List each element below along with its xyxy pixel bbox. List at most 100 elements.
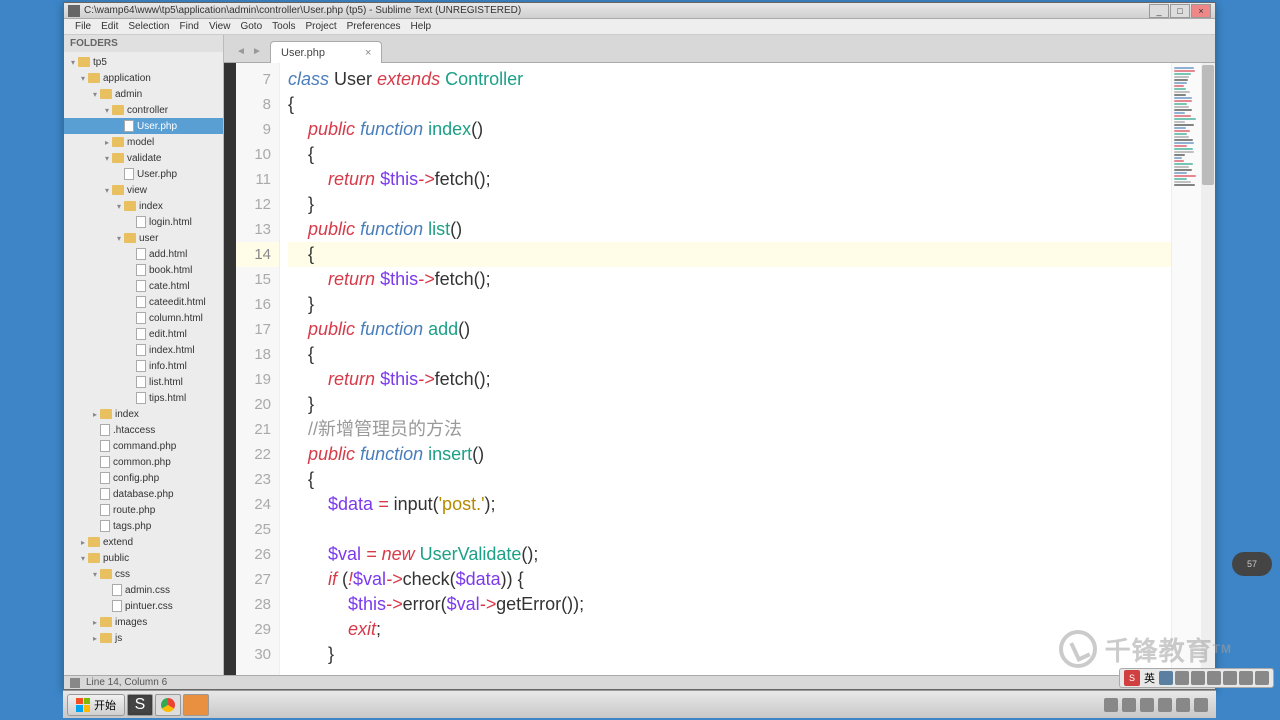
chevron-right-icon[interactable]: ▸	[78, 538, 88, 547]
chevron-down-icon[interactable]: ▾	[102, 186, 112, 195]
folder-tp5[interactable]: ▾tp5	[64, 54, 223, 70]
folder-application[interactable]: ▾ application	[64, 70, 223, 86]
menu-view[interactable]: View	[204, 21, 236, 32]
chevron-right-icon[interactable]: ▸	[90, 618, 100, 627]
menu-preferences[interactable]: Preferences	[342, 21, 406, 32]
tray-volume-icon[interactable]	[1176, 698, 1190, 712]
chevron-down-icon[interactable]: ▾	[78, 74, 88, 83]
vertical-scrollbar[interactable]	[1201, 63, 1215, 675]
file--htaccess[interactable]: .htaccess	[64, 422, 223, 438]
ime-logo-icon[interactable]: S	[1124, 670, 1140, 686]
folder-admin[interactable]: ▾admin	[64, 86, 223, 102]
file-config-php[interactable]: config.php	[64, 470, 223, 486]
file-pintuer-css[interactable]: pintuer.css	[64, 598, 223, 614]
file-icon	[100, 472, 110, 484]
code-area[interactable]: 7891011121314151617181920212223242526272…	[224, 63, 1215, 675]
file-index-html[interactable]: index.html	[64, 342, 223, 358]
tray-icon-4[interactable]	[1158, 698, 1172, 712]
chevron-down-icon[interactable]: ▾	[114, 202, 124, 211]
ime-user-icon[interactable]	[1239, 671, 1253, 685]
file-route-php[interactable]: route.php	[64, 502, 223, 518]
file-info-html[interactable]: info.html	[64, 358, 223, 374]
file-list-html[interactable]: list.html	[64, 374, 223, 390]
tab-user-php[interactable]: User.php ×	[270, 41, 382, 63]
chevron-right-icon[interactable]: ▸	[90, 634, 100, 643]
start-button[interactable]: 开始	[67, 694, 125, 716]
folder-validate[interactable]: ▾validate	[64, 150, 223, 166]
tray-icon-2[interactable]	[1122, 698, 1136, 712]
statusbar: Line 14, Column 6	[64, 675, 1215, 689]
taskbar-app3[interactable]	[183, 694, 209, 716]
ime-lang[interactable]: 英	[1142, 670, 1157, 686]
tray-icon-3[interactable]	[1140, 698, 1154, 712]
tab-prev-icon[interactable]: ◄	[234, 44, 248, 58]
ime-skin-icon[interactable]	[1223, 671, 1237, 685]
folder-view[interactable]: ▾view	[64, 182, 223, 198]
menu-file[interactable]: File	[70, 21, 96, 32]
file-admin-css[interactable]: admin.css	[64, 582, 223, 598]
folder-images[interactable]: ▸images	[64, 614, 223, 630]
chevron-down-icon[interactable]: ▾	[68, 58, 78, 67]
tray-show-desktop[interactable]	[1194, 698, 1208, 712]
folder-icon	[112, 153, 124, 163]
chevron-down-icon[interactable]: ▾	[90, 570, 100, 579]
minimap[interactable]	[1171, 63, 1201, 675]
taskbar-chrome[interactable]	[155, 694, 181, 716]
folder-js[interactable]: ▸js	[64, 630, 223, 646]
chevron-right-icon[interactable]: ▸	[90, 410, 100, 419]
titlebar[interactable]: C:\wamp64\www\tp5\application\admin\cont…	[64, 3, 1215, 19]
file-common-php[interactable]: common.php	[64, 454, 223, 470]
tab-next-icon[interactable]: ►	[250, 44, 264, 58]
file-command-php[interactable]: command.php	[64, 438, 223, 454]
ime-tool-icon[interactable]	[1255, 671, 1269, 685]
maximize-button[interactable]: □	[1170, 4, 1190, 18]
folder-extend[interactable]: ▸extend	[64, 534, 223, 550]
file-cate-html[interactable]: cate.html	[64, 278, 223, 294]
folder-user[interactable]: ▾user	[64, 230, 223, 246]
file-column-html[interactable]: column.html	[64, 310, 223, 326]
scrollbar-thumb[interactable]	[1202, 65, 1214, 185]
menu-edit[interactable]: Edit	[96, 21, 123, 32]
file-tags-php[interactable]: tags.php	[64, 518, 223, 534]
close-button[interactable]: ×	[1191, 4, 1211, 18]
file-add-html[interactable]: add.html	[64, 246, 223, 262]
file-tips-html[interactable]: tips.html	[64, 390, 223, 406]
menu-project[interactable]: Project	[301, 21, 342, 32]
chevron-right-icon[interactable]: ▸	[102, 138, 112, 147]
menu-goto[interactable]: Goto	[235, 21, 267, 32]
file-User-php[interactable]: User.php	[64, 166, 223, 182]
file-book-html[interactable]: book.html	[64, 262, 223, 278]
menu-find[interactable]: Find	[175, 21, 204, 32]
ime-toolbar[interactable]: S 英	[1119, 668, 1274, 688]
file-login-html[interactable]: login.html	[64, 214, 223, 230]
chevron-down-icon[interactable]: ▾	[78, 554, 88, 563]
folder-controller[interactable]: ▾controller	[64, 102, 223, 118]
folder-css[interactable]: ▾css	[64, 566, 223, 582]
tab-close-icon[interactable]: ×	[365, 47, 371, 59]
chevron-down-icon[interactable]: ▾	[114, 234, 124, 243]
tree-item-label: application	[103, 73, 151, 84]
tray-icon-1[interactable]	[1104, 698, 1118, 712]
file-User-php[interactable]: User.php	[64, 118, 223, 134]
ime-mic-icon[interactable]	[1191, 671, 1205, 685]
file-database-php[interactable]: database.php	[64, 486, 223, 502]
file-edit-html[interactable]: edit.html	[64, 326, 223, 342]
floating-badge[interactable]: 57	[1232, 552, 1272, 576]
folder-index[interactable]: ▸index	[64, 406, 223, 422]
ime-moon-icon[interactable]	[1159, 671, 1173, 685]
menu-help[interactable]: Help	[406, 21, 437, 32]
folder-model[interactable]: ▸model	[64, 134, 223, 150]
folder-index[interactable]: ▾index	[64, 198, 223, 214]
minimize-button[interactable]: _	[1149, 4, 1169, 18]
taskbar-sublime[interactable]: S	[127, 694, 153, 716]
file-cateedit-html[interactable]: cateedit.html	[64, 294, 223, 310]
folder-public[interactable]: ▾public	[64, 550, 223, 566]
chevron-down-icon[interactable]: ▾	[102, 106, 112, 115]
chevron-down-icon[interactable]: ▾	[102, 154, 112, 163]
code-content[interactable]: class User extends Controller{ public fu…	[280, 63, 1215, 675]
chevron-down-icon[interactable]: ▾	[90, 90, 100, 99]
ime-keyboard-icon[interactable]	[1175, 671, 1189, 685]
menu-tools[interactable]: Tools	[267, 21, 300, 32]
ime-cloud-icon[interactable]	[1207, 671, 1221, 685]
menu-selection[interactable]: Selection	[123, 21, 174, 32]
